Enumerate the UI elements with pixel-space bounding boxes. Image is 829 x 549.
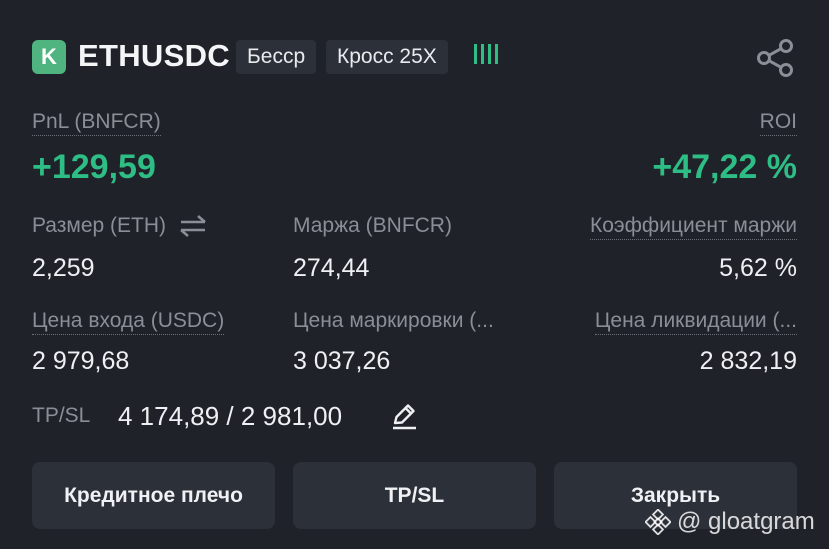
size-value: 2,259 xyxy=(32,254,95,282)
roi-label[interactable]: ROI xyxy=(759,110,797,136)
tpsl-value: 4 174,89 / 2 981,00 xyxy=(118,401,343,431)
margin-value: 274,44 xyxy=(293,254,370,282)
mark-price-value: 3 037,26 xyxy=(293,347,391,375)
binance-logo-icon xyxy=(645,509,671,535)
tpsl-label: TP/SL xyxy=(32,404,91,427)
margin-ratio-value: 5,62 % xyxy=(719,254,797,282)
margin-mode-tag: Бесср xyxy=(236,40,317,74)
roi-value: +47,22 % xyxy=(652,148,797,186)
watermark-text: @ gloatgram xyxy=(677,508,815,535)
mark-price-label: Цена маркировки (... xyxy=(293,309,494,332)
leverage-button[interactable]: Кредитное плечо xyxy=(32,462,275,529)
size-label: Размер (ETH) xyxy=(32,214,208,238)
tpsl-button[interactable]: TP/SL xyxy=(293,462,536,529)
symbol-title[interactable]: ETHUSDC xyxy=(78,38,230,74)
entry-price-value: 2 979,68 xyxy=(32,347,130,375)
leverage-tag: Кросс 25X xyxy=(326,40,448,74)
liquidation-price-label[interactable]: Цена ликвидации (... xyxy=(594,309,797,335)
entry-price-label[interactable]: Цена входа (USDC) xyxy=(32,309,225,335)
share-icon[interactable] xyxy=(756,38,796,78)
swap-icon[interactable] xyxy=(178,214,208,238)
edit-icon[interactable] xyxy=(390,402,418,430)
pnl-value: +129,59 xyxy=(32,148,156,186)
pnl-label[interactable]: PnL (BNFCR) xyxy=(32,110,161,136)
risk-bars-icon xyxy=(474,44,498,64)
margin-ratio-label[interactable]: Коэффициент маржи xyxy=(590,214,797,240)
margin-label: Маржа (BNFCR) xyxy=(293,214,452,237)
liquidation-price-value: 2 832,19 xyxy=(699,347,797,375)
contract-badge: K xyxy=(32,40,66,74)
watermark: @ gloatgram xyxy=(645,508,815,536)
